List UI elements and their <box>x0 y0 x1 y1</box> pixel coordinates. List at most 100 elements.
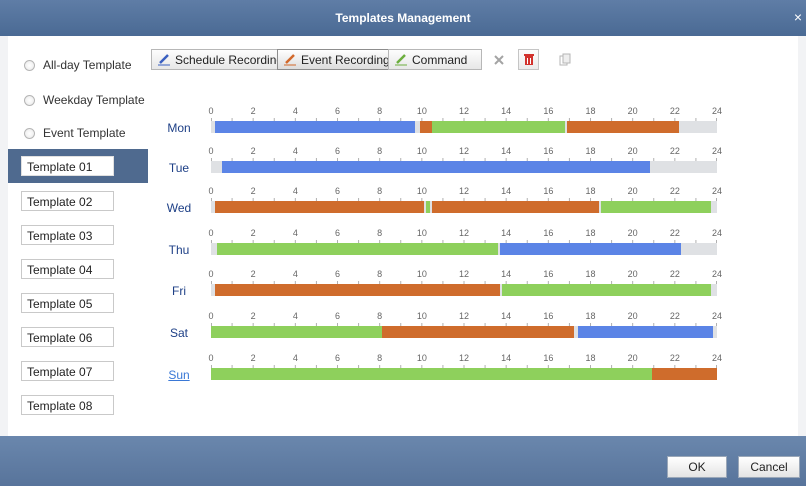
template-item-07[interactable]: Template 07 <box>21 361 114 381</box>
hour-label: 20 <box>627 106 638 116</box>
day-label-wed: Wed <box>166 201 192 215</box>
segment-event[interactable] <box>432 201 599 213</box>
hour-label: 14 <box>501 106 512 116</box>
hour-label: 16 <box>543 146 554 156</box>
hour-label: 10 <box>416 269 427 279</box>
hour-label: 18 <box>585 106 596 116</box>
template-item-04[interactable]: Template 04 <box>21 259 114 279</box>
segment-schedule[interactable] <box>221 161 650 173</box>
schedule-recording-button[interactable]: Schedule Recording <box>151 49 291 70</box>
radio-icon <box>24 127 35 139</box>
hour-label: 2 <box>250 146 256 156</box>
pencil-icon <box>158 54 170 66</box>
clear-icon[interactable] <box>488 49 509 70</box>
hour-label: 16 <box>543 228 554 238</box>
segment-event[interactable] <box>567 121 680 133</box>
template-item-05[interactable]: Template 05 <box>21 293 114 313</box>
hour-label: 8 <box>377 106 383 116</box>
schedule-recording-label: Schedule Recording <box>175 52 284 67</box>
hour-label: 8 <box>377 353 383 363</box>
hour-label: 18 <box>585 311 596 321</box>
segment-event[interactable] <box>651 368 717 380</box>
day-label-sat: Sat <box>169 326 188 340</box>
segment-event[interactable] <box>215 201 424 213</box>
day-timeline-sun[interactable] <box>211 368 717 380</box>
hour-label: 18 <box>585 228 596 238</box>
segment-schedule[interactable] <box>577 326 713 338</box>
radio-icon <box>24 94 35 106</box>
radio-weekday-template[interactable]: Weekday Template <box>24 93 145 107</box>
hour-label: 4 <box>292 186 298 196</box>
close-icon[interactable]: × <box>794 9 802 25</box>
templates-management-window: Templates Management × All-day Template … <box>0 0 806 486</box>
hour-label: 8 <box>377 228 383 238</box>
hour-label: 0 <box>208 146 214 156</box>
hour-label: 14 <box>501 311 512 321</box>
hour-label: 22 <box>669 106 680 116</box>
hour-scale: 0 2 4 6 8 10 12 14 16 18 20 22 24 <box>203 106 723 118</box>
day-label-thu: Thu <box>168 243 190 257</box>
hour-label: 14 <box>501 269 512 279</box>
radio-event-template[interactable]: Event Template <box>24 126 126 140</box>
delete-icon[interactable] <box>518 49 539 70</box>
hour-label: 16 <box>543 353 554 363</box>
template-item-08[interactable]: Template 08 <box>21 395 114 415</box>
day-timeline-mon[interactable] <box>211 121 717 133</box>
hour-label: 24 <box>711 311 723 321</box>
hour-label: 0 <box>208 353 214 363</box>
hour-scale: 0 2 4 6 8 10 12 14 16 18 20 22 24 <box>203 311 723 323</box>
ok-button[interactable]: OK <box>667 456 727 478</box>
segment-command[interactable] <box>211 368 652 380</box>
day-timeline-thu[interactable] <box>211 243 717 255</box>
segment-schedule[interactable] <box>499 243 682 255</box>
hour-label: 14 <box>501 146 512 156</box>
pencil-icon <box>395 54 407 66</box>
hour-label: 4 <box>292 146 298 156</box>
day-label-sun[interactable]: Sun <box>158 368 200 382</box>
footer-bar: OK Cancel <box>0 436 806 486</box>
hour-label: 16 <box>543 106 554 116</box>
cancel-button[interactable]: Cancel <box>738 456 800 478</box>
hour-label: 22 <box>669 269 680 279</box>
segment-event[interactable] <box>419 121 433 133</box>
hour-label: 6 <box>334 353 341 363</box>
hour-label: 22 <box>669 146 680 156</box>
segment-command[interactable] <box>601 201 711 213</box>
segment-command[interactable] <box>217 243 498 255</box>
hour-label: 18 <box>585 146 596 156</box>
segment-schedule[interactable] <box>215 121 416 133</box>
segment-command[interactable] <box>426 201 431 213</box>
hour-label: 8 <box>377 146 383 156</box>
template-item-03[interactable]: Template 03 <box>21 225 114 245</box>
event-recording-label: Event Recording <box>301 52 390 67</box>
segment-command[interactable] <box>211 326 382 338</box>
radio-icon <box>24 59 35 71</box>
command-button[interactable]: Command <box>388 49 482 70</box>
hour-label: 12 <box>458 106 470 116</box>
hour-label: 6 <box>334 269 341 279</box>
event-recording-button[interactable]: Event Recording <box>277 49 397 70</box>
copy-icon[interactable] <box>554 49 575 70</box>
hour-label: 10 <box>416 186 427 196</box>
segment-event[interactable] <box>381 326 574 338</box>
hour-label: 10 <box>416 353 427 363</box>
day-timeline-wed[interactable] <box>211 201 717 213</box>
template-item-02[interactable]: Template 02 <box>21 191 114 211</box>
hour-label: 14 <box>501 228 512 238</box>
hour-label: 12 <box>458 146 470 156</box>
hour-scale: 0 2 4 6 8 10 12 14 16 18 20 22 24 <box>203 353 723 365</box>
segment-command[interactable] <box>501 284 711 296</box>
hour-label: 24 <box>711 228 723 238</box>
day-label-fri: Fri <box>172 284 186 298</box>
segment-event[interactable] <box>215 284 500 296</box>
day-timeline-sat[interactable] <box>211 326 717 338</box>
hour-label: 20 <box>627 353 638 363</box>
hour-label: 22 <box>669 311 680 321</box>
template-item-06[interactable]: Template 06 <box>21 327 114 347</box>
radio-all-day-template[interactable]: All-day Template <box>24 58 132 72</box>
segment-command[interactable] <box>432 121 566 133</box>
hour-label: 0 <box>208 106 214 116</box>
day-timeline-tue[interactable] <box>211 161 717 173</box>
day-timeline-fri[interactable] <box>211 284 717 296</box>
template-item-01[interactable]: Template 01 <box>21 156 114 176</box>
